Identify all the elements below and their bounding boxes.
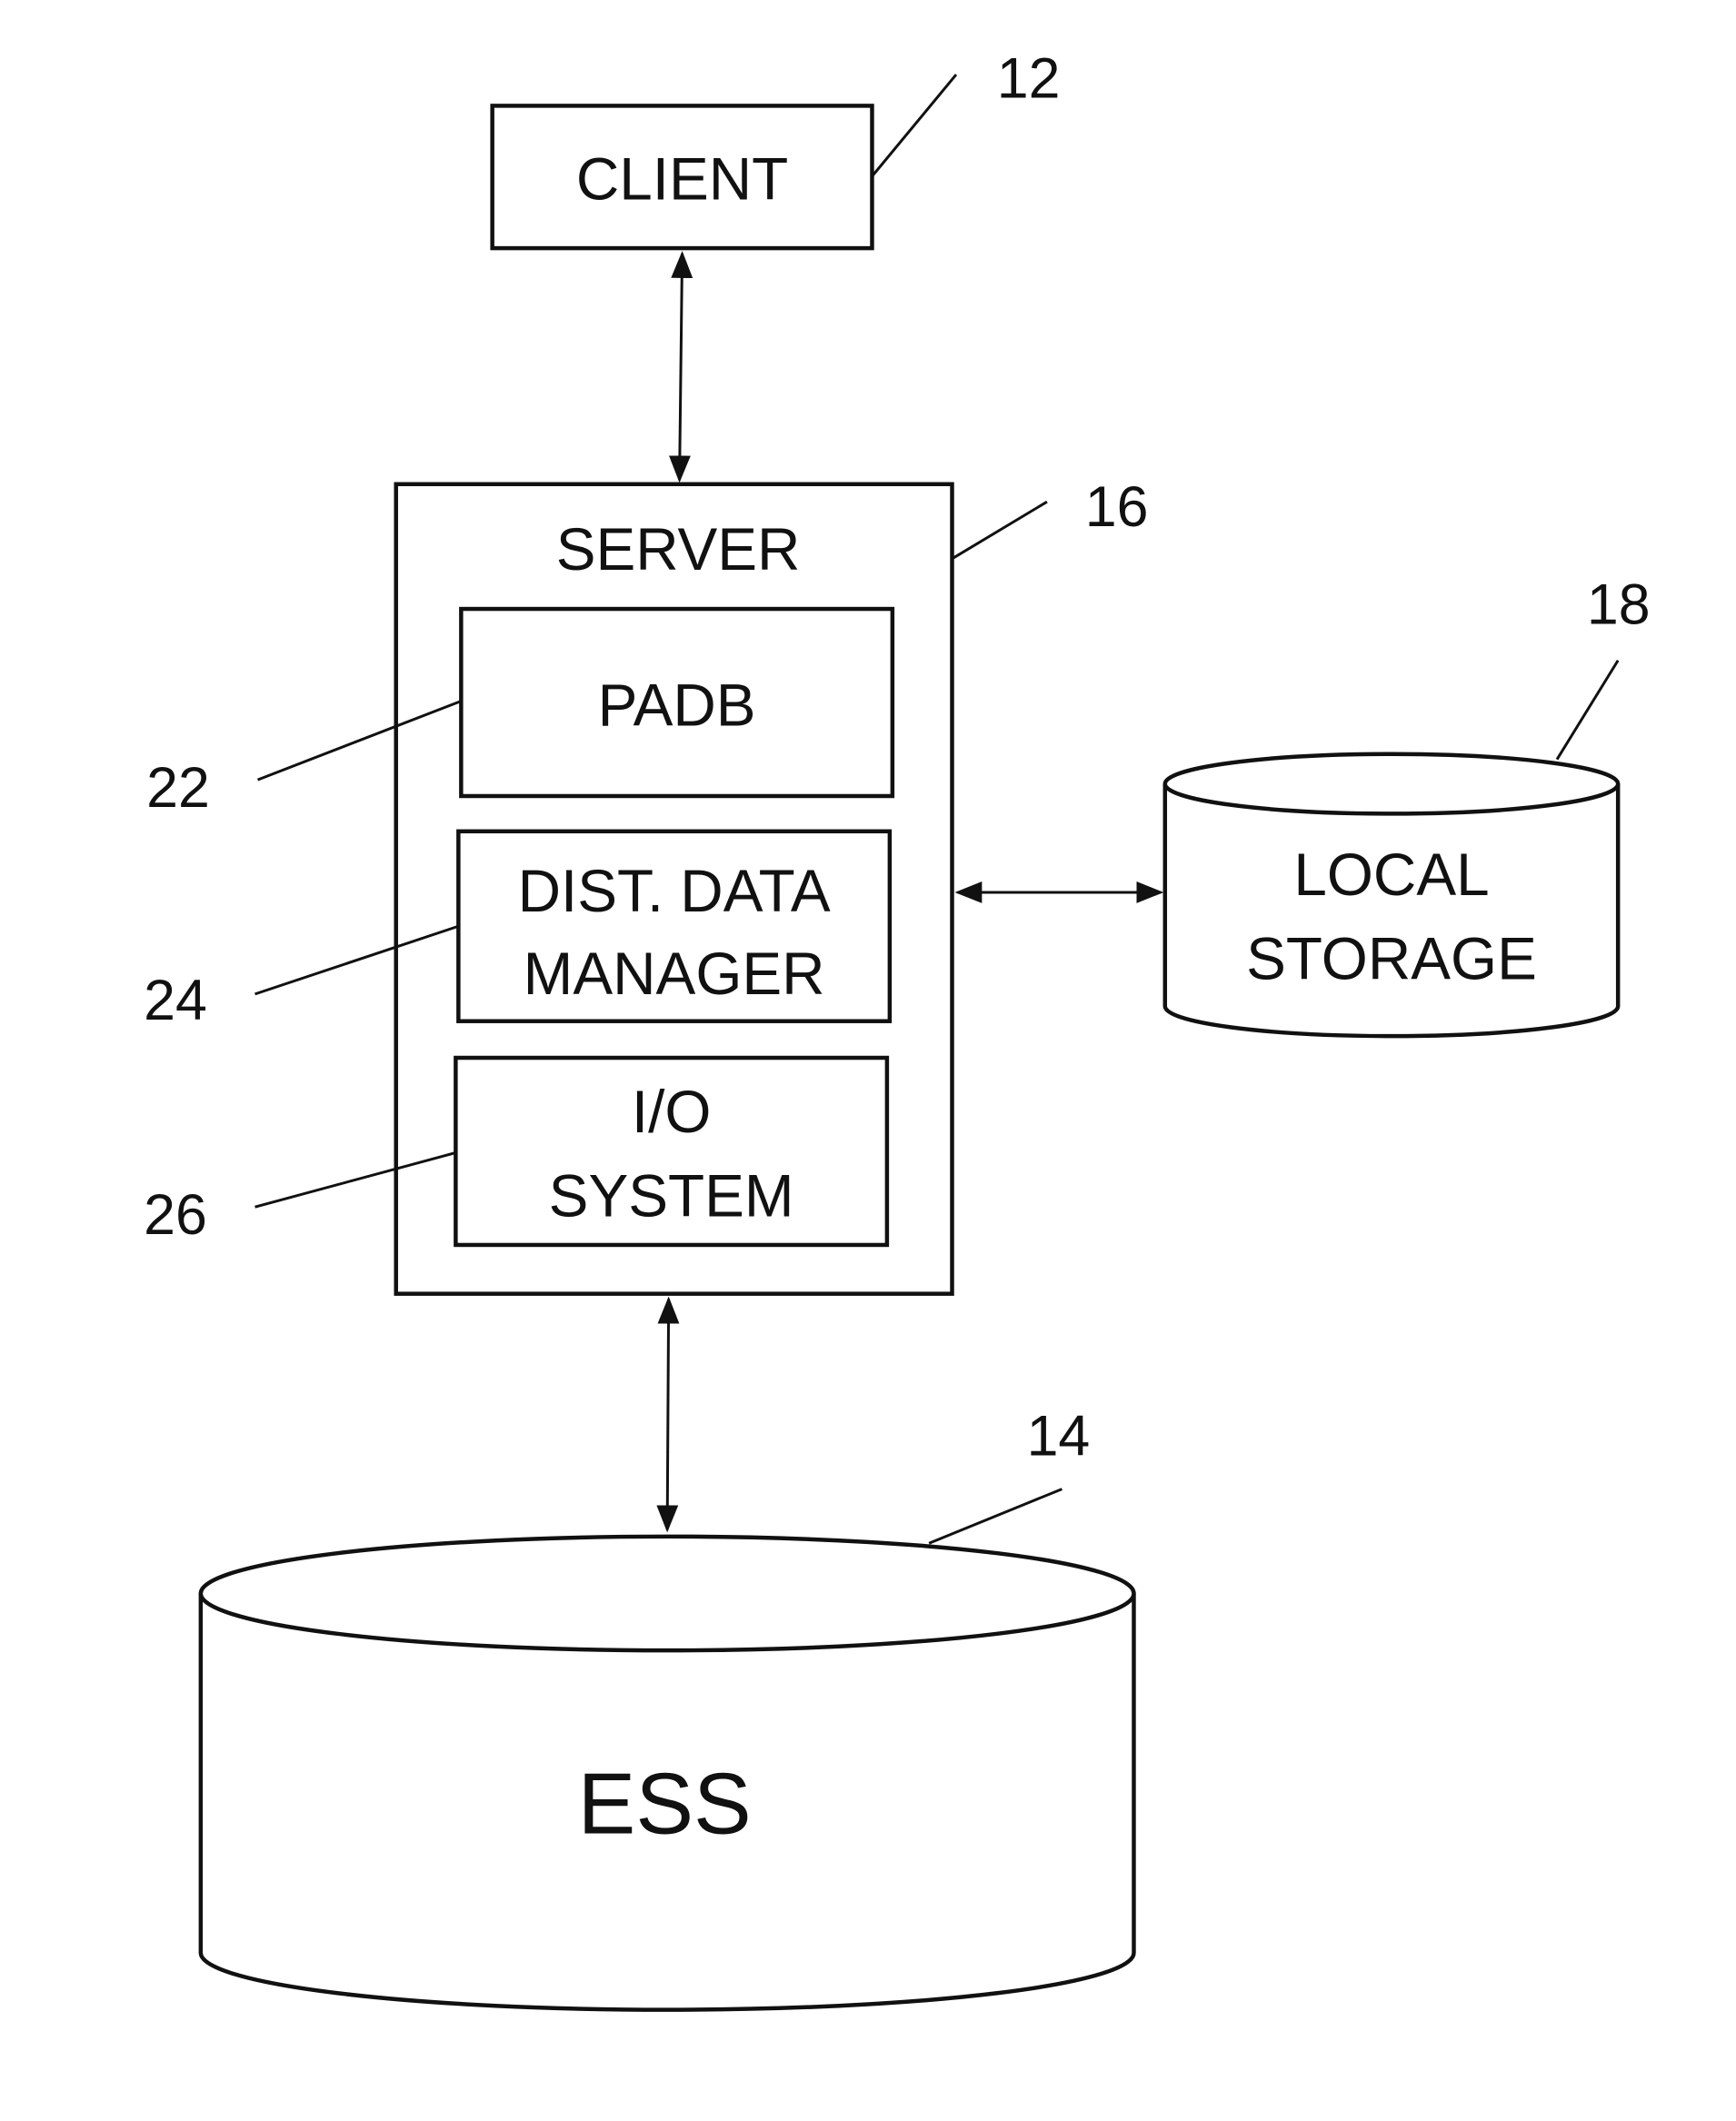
client-ref-number: 12 [997,46,1061,110]
dist-data-manager-label-line2: MANAGER [524,941,825,1007]
server-label: SERVER [556,516,801,583]
ess-label: ESS [578,1757,752,1853]
dist-data-manager-label-line1: DIST. DATA [518,858,831,924]
server-block: SERVER PADB DIST. DATA MANAGER I/O SYSTE… [394,482,954,1296]
local-storage-body [1162,783,1621,1039]
local-storage-top [1162,752,1621,816]
ess-top [198,1534,1136,1653]
local-storage-leader-line [1555,659,1620,761]
padb-label: PADB [598,672,756,738]
io-system-label-line2: SYSTEM [549,1163,794,1230]
ess-leader-line [928,1488,1063,1545]
diagram-canvas: CLIENT 12 SERVER PADB DIST. DATA MANAGER… [144,46,1651,2012]
ess-cylinder: ESS [198,1534,1136,2012]
io-system-label-line1: I/O [632,1079,712,1145]
client-block: CLIENT [490,104,874,251]
local-storage-label-line1: LOCAL [1293,841,1489,908]
dist-data-manager-ref-number: 24 [144,969,207,1032]
ess-ref-number: 14 [1027,1404,1091,1468]
client-server-arrow [668,251,693,483]
local-storage-ref-number: 18 [1587,573,1651,636]
client-leader-line [871,74,958,177]
local-storage-label-line2: STORAGE [1246,925,1537,991]
padb-ref-number: 22 [146,756,210,820]
server-leader-line [951,500,1048,561]
server-ref-number: 16 [1085,475,1149,539]
io-system-ref-number: 26 [144,1183,207,1247]
local-storage-cylinder: LOCAL STORAGE [1162,752,1621,1039]
server-ess-arrow [656,1296,680,1533]
client-label: CLIENT [576,145,788,212]
